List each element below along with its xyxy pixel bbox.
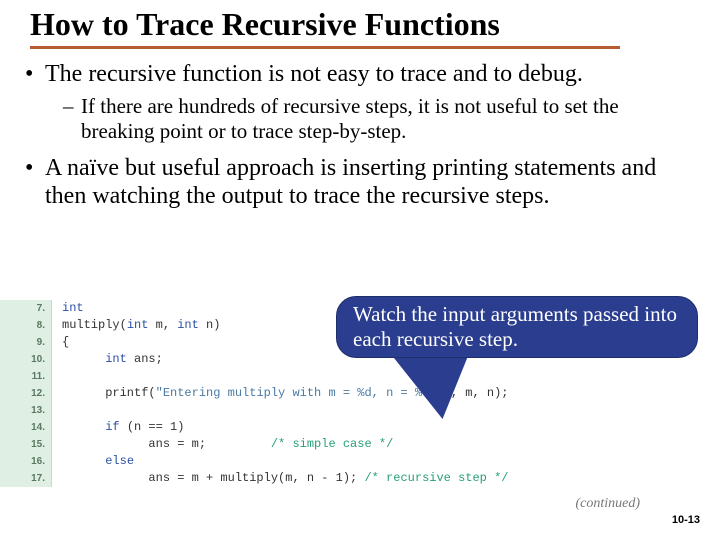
line-number: 9. (0, 334, 52, 351)
line-number: 11. (0, 368, 52, 385)
bullet-text: A naïve but useful approach is inserting… (45, 154, 695, 210)
line-number: 16. (0, 453, 52, 470)
line-number: 13. (0, 402, 52, 419)
code-line: 17. ans = m + multiply(m, n - 1); /* rec… (0, 470, 720, 487)
line-number: 15. (0, 436, 52, 453)
continued-label: (continued) (575, 496, 640, 512)
code-line: 14. if (n == 1) (0, 419, 720, 436)
code-line: 13. (0, 402, 720, 419)
bullet-level2: – If there are hundreds of recursive ste… (63, 94, 695, 144)
line-number: 17. (0, 470, 52, 487)
title-underline (30, 46, 620, 49)
bullet-marker: – (63, 94, 81, 144)
bullet-marker: • (25, 60, 45, 88)
bullet-text: The recursive function is not easy to tr… (45, 60, 695, 88)
line-number: 10. (0, 351, 52, 368)
code-line: 16. else (0, 453, 720, 470)
line-number: 7. (0, 300, 52, 317)
line-number: 12. (0, 385, 52, 402)
callout-text: Watch the input arguments passed into ea… (353, 302, 681, 352)
callout-box: Watch the input arguments passed into ea… (336, 296, 698, 358)
bullet-level1: • A naïve but useful approach is inserti… (25, 154, 695, 210)
slide: How to Trace Recursive Functions • The r… (0, 0, 720, 540)
page-number: 10-13 (672, 514, 700, 526)
bullet-marker: • (25, 154, 45, 210)
code-line: 12. printf("Entering multiply with m = %… (0, 385, 720, 402)
code-text: else (52, 453, 720, 470)
slide-title: How to Trace Recursive Functions (30, 6, 690, 43)
bullet-level1: • The recursive function is not easy to … (25, 60, 695, 88)
slide-body: • The recursive function is not easy to … (25, 60, 695, 216)
line-number: 14. (0, 419, 52, 436)
line-number: 8. (0, 317, 52, 334)
code-text: ans = m + multiply(m, n - 1); /* recursi… (52, 470, 720, 487)
code-text: ans = m; /* simple case */ (52, 436, 720, 453)
code-line: 15. ans = m; /* simple case */ (0, 436, 720, 453)
code-text: if (n == 1) (52, 419, 720, 436)
bullet-text: If there are hundreds of recursive steps… (81, 94, 695, 144)
